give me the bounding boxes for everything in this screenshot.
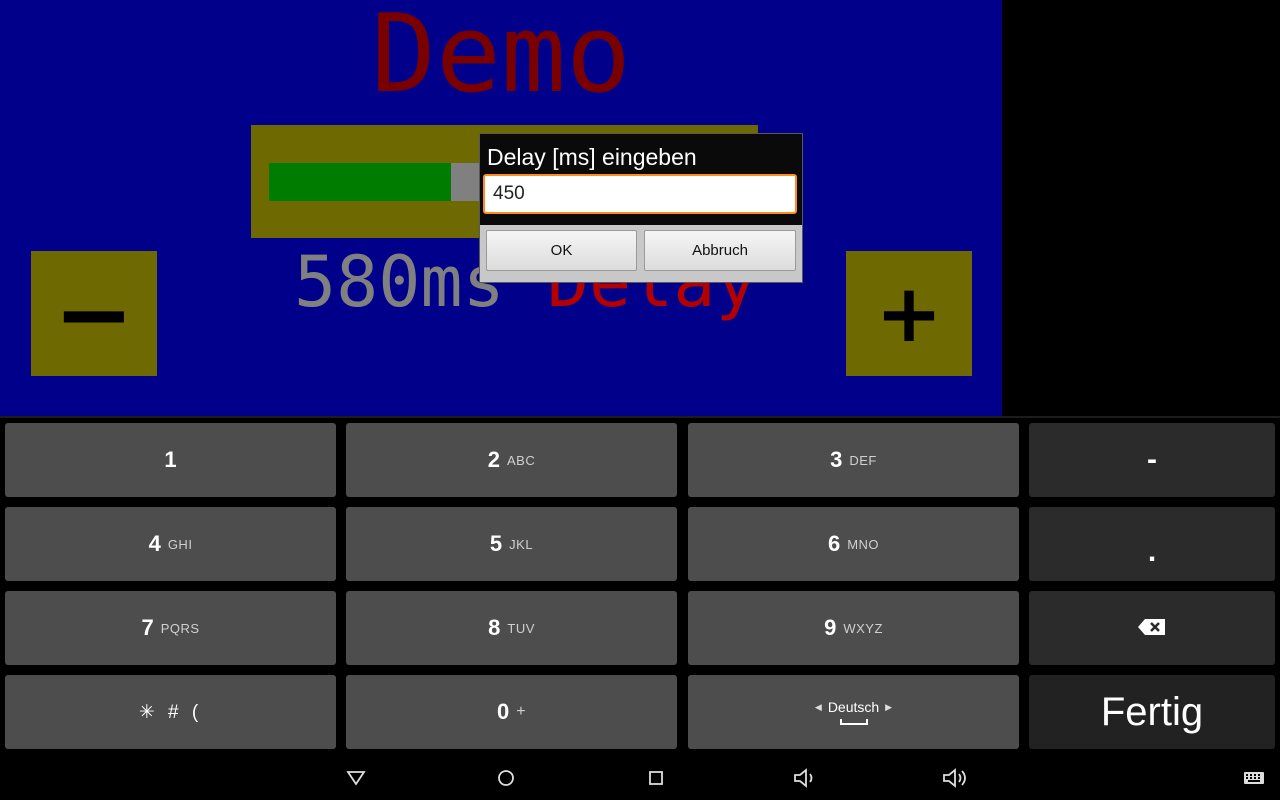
arrow-right-icon: ▶ — [885, 701, 893, 712]
done-key[interactable]: Fertig — [1029, 675, 1275, 749]
key-digit: 5 — [489, 531, 503, 556]
plus-icon: + — [875, 266, 943, 360]
key-letters: JKL — [509, 536, 534, 552]
delay-value: 580ms — [294, 241, 505, 323]
back-icon — [336, 770, 376, 786]
key-digit: 1 — [164, 447, 177, 472]
system-navigation-bar — [0, 754, 1280, 800]
delay-input-dialog: Delay [ms] eingeben OK Abbruch — [479, 133, 803, 283]
done-key-label: Fertig — [1100, 689, 1204, 734]
key-letters: TUV — [507, 620, 535, 636]
key-5[interactable]: 5 JKL — [346, 507, 677, 581]
language-selector: ◀ Deutsch ▶ — [809, 699, 898, 715]
key-digit: 9 — [824, 615, 837, 640]
key-8[interactable]: 8 TUV — [346, 591, 677, 665]
key-letters: ABC — [507, 452, 536, 468]
key-0[interactable]: 0 + — [346, 675, 677, 749]
recents-icon — [636, 770, 676, 786]
minus-key-label: - — [1147, 443, 1157, 476]
language-label: Deutsch — [827, 699, 880, 715]
volume-up-button[interactable] — [936, 760, 976, 796]
key-letters: WXYZ — [843, 620, 883, 636]
volume-down-button[interactable] — [786, 760, 826, 796]
key-digit: 3 — [830, 447, 843, 472]
backspace-key[interactable] — [1029, 591, 1275, 665]
key-7[interactable]: 7 PQRS — [5, 591, 336, 665]
key-digit: 6 — [827, 531, 841, 556]
symbols-key-label: ✳ # ( — [138, 701, 203, 723]
key-digit: 2 — [487, 447, 500, 472]
numeric-keyboard: 1 2 ABC 3 DEF - 4 GHI 5 JKL 6 MNO . 7 PQRS 8 TU… — [0, 416, 1280, 754]
key-2[interactable]: 2 ABC — [346, 423, 677, 497]
key-9[interactable]: 9 WXYZ — [688, 591, 1019, 665]
home-icon — [486, 769, 526, 787]
key-3[interactable]: 3 DEF — [688, 423, 1019, 497]
minus-icon: − — [53, 257, 135, 370]
cancel-button[interactable]: Abbruch — [644, 230, 796, 271]
key-letters: PQRS — [160, 620, 200, 636]
recents-button[interactable] — [636, 760, 676, 796]
arrow-left-icon: ◀ — [814, 701, 822, 712]
ok-button[interactable]: OK — [486, 230, 637, 271]
decrease-delay-button[interactable]: − — [31, 251, 157, 376]
key-4[interactable]: 4 GHI — [5, 507, 336, 581]
key-digit: 8 — [488, 615, 501, 640]
delay-input-field[interactable] — [483, 174, 797, 214]
dialog-button-bar: OK Abbruch — [480, 225, 802, 282]
dialog-title: Delay [ms] eingeben — [487, 144, 697, 170]
app-title: Demo — [370, 0, 632, 117]
volume-up-icon — [936, 767, 976, 789]
backspace-icon — [1137, 618, 1167, 639]
keyboard-icon — [1234, 771, 1274, 785]
home-button[interactable] — [486, 760, 526, 796]
key-letters: DEF — [849, 452, 877, 468]
key-1[interactable]: 1 — [5, 423, 336, 497]
space-icon — [839, 719, 868, 725]
key-minus[interactable]: - — [1029, 423, 1275, 497]
key-6[interactable]: 6 MNO — [688, 507, 1019, 581]
key-symbols[interactable]: ✳ # ( — [5, 675, 336, 749]
key-dot[interactable]: . — [1029, 507, 1275, 581]
volume-down-icon — [786, 767, 826, 789]
keyboard-switch-button[interactable] — [1234, 760, 1274, 796]
key-letters: + — [516, 703, 527, 720]
language-space-key[interactable]: ◀ Deutsch ▶ — [688, 675, 1019, 749]
increase-delay-button[interactable]: + — [846, 251, 972, 376]
key-digit: 4 — [148, 531, 161, 556]
progress-bar-fill — [269, 163, 452, 201]
key-digit: 0 — [496, 699, 510, 724]
key-digit: 7 — [141, 615, 154, 640]
back-button[interactable] — [336, 760, 376, 796]
key-letters: MNO — [847, 536, 880, 552]
dot-key-label: . — [1147, 535, 1157, 568]
key-letters: GHI — [167, 536, 193, 552]
